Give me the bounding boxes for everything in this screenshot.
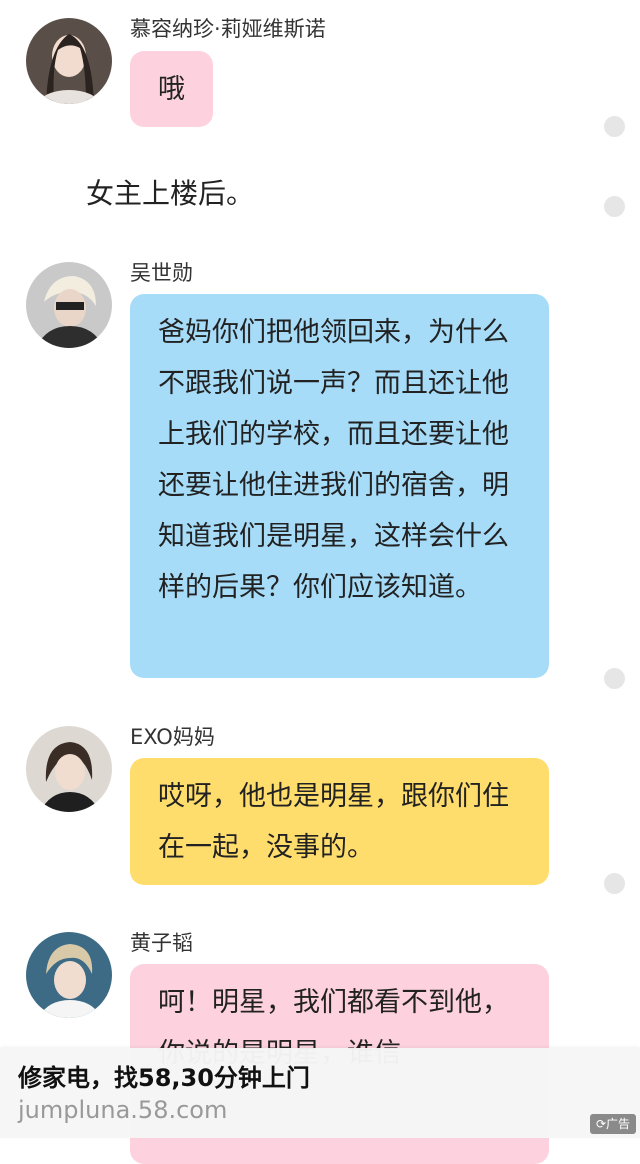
scroll-dot [604, 196, 625, 217]
avatar-boy-blond-hair[interactable] [26, 262, 112, 348]
avatar-girl-long-hair[interactable] [26, 18, 112, 104]
sender-name: 吴世勋 [130, 261, 193, 285]
sender-name: EXO妈妈 [130, 725, 215, 749]
scroll-dot [604, 116, 625, 137]
ad-banner[interactable]: 修家电，找58,30分钟上门 jumpluna.58.com ⟳广告 [0, 1048, 640, 1138]
avatar-boy-light-hair[interactable] [26, 932, 112, 1018]
avatar-woman-short-hair[interactable] [26, 726, 112, 812]
message-bubble: 哦 [130, 51, 213, 127]
ad-url[interactable]: jumpluna.58.com [18, 1096, 227, 1124]
sender-name: 慕容纳珍·莉娅维斯诺 [130, 17, 326, 41]
message-bubble: 哎呀，他也是明星，跟你们住在一起，没事的。 [130, 758, 549, 885]
scroll-dot [604, 668, 625, 689]
ad-badge: ⟳广告 [589, 1114, 636, 1134]
sender-name: 黄子韬 [130, 931, 193, 955]
scroll-dot [604, 873, 625, 894]
narration-text: 女主上楼后。 [86, 177, 255, 210]
ad-title[interactable]: 修家电，找58,30分钟上门 [18, 1058, 310, 1093]
message-bubble: 爸妈你们把他领回来，为什么不跟我们说一声？而且还让他上我们的学校，而且还要让他还… [130, 294, 549, 678]
